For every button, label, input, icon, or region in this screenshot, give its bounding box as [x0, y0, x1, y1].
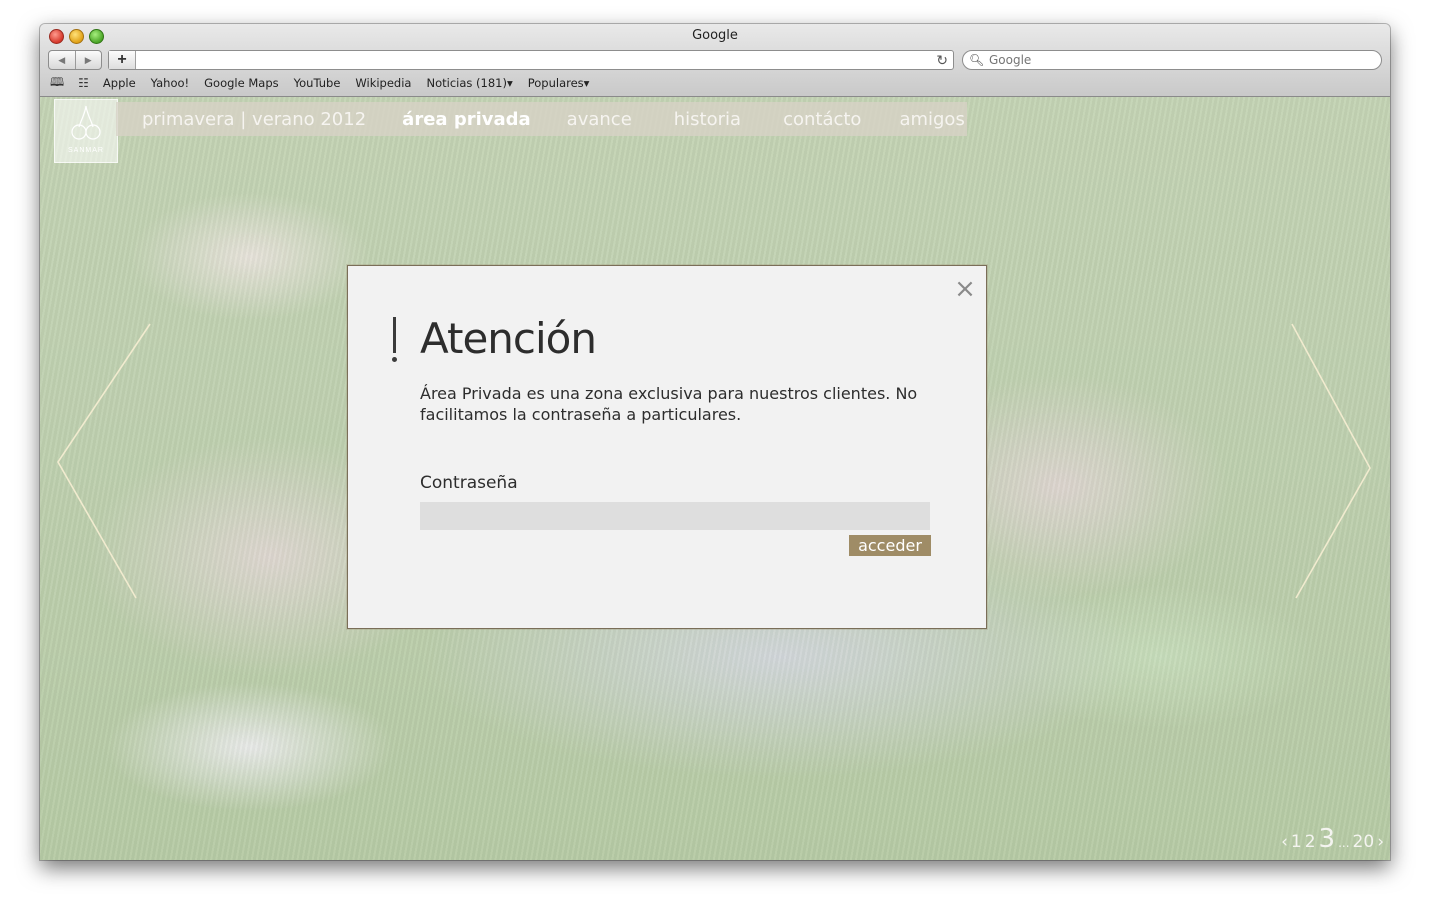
- pager-page[interactable]: 20: [1353, 832, 1375, 852]
- password-field[interactable]: [420, 502, 930, 530]
- nav-item-avance[interactable]: avance: [567, 109, 632, 130]
- pager-current-page: 3: [1318, 824, 1336, 854]
- nav-item-amigos[interactable]: amigos: [899, 109, 964, 130]
- bookmark-item[interactable]: Yahoo!: [151, 76, 189, 90]
- nav-item-private-area[interactable]: área privada: [402, 109, 531, 130]
- nav-item-historia[interactable]: historia: [674, 109, 741, 130]
- site-logo[interactable]: SANMAR: [54, 99, 118, 163]
- back-forward-buttons: ◀ ▶: [48, 50, 102, 70]
- pager-next-icon[interactable]: ›: [1377, 832, 1384, 852]
- back-icon[interactable]: ◀: [49, 51, 76, 69]
- address-bar[interactable]: + ↻: [108, 50, 954, 70]
- modal-title: Atención: [420, 314, 597, 363]
- bookmark-item[interactable]: YouTube: [294, 76, 341, 90]
- bookmark-item[interactable]: Apple: [103, 76, 136, 90]
- modal-message: Área Privada es una zona exclusiva para …: [420, 384, 918, 424]
- login-modal: × Atención Área Privada es una zona excl…: [347, 265, 987, 629]
- reading-list-icon[interactable]: 🕮︎: [50, 73, 64, 94]
- bookmark-item[interactable]: Noticias (181)▾: [426, 76, 512, 90]
- bookmarks-bar: 🕮︎ ☷ Apple Yahoo! Google Maps YouTube Wi…: [50, 75, 604, 91]
- pager-prev-icon[interactable]: ‹: [1281, 832, 1288, 852]
- nav-item-contacto[interactable]: contácto: [783, 109, 861, 130]
- close-icon[interactable]: ×: [954, 276, 976, 302]
- pagination: ‹ 1 2 3 ... 20 ›: [1278, 824, 1384, 854]
- prev-slide-icon[interactable]: [54, 322, 154, 602]
- password-label: Contraseña: [420, 473, 518, 493]
- search-icon[interactable]: 🔍︎: [969, 51, 984, 69]
- site-nav: primavera | verano 2012 área privada ava…: [116, 102, 967, 136]
- window-title: Google: [692, 28, 738, 43]
- submit-button[interactable]: acceder: [849, 535, 931, 556]
- pager-page[interactable]: 2: [1305, 832, 1316, 852]
- forward-icon[interactable]: ▶: [76, 51, 102, 69]
- bookmark-item[interactable]: Google Maps: [204, 76, 278, 90]
- browser-toolbar: Google ◀ ▶ + ↻ 🔍︎ 🕮︎ ☷ Apple Yahoo! Goog…: [40, 24, 1390, 97]
- search-bar: 🔍︎: [962, 50, 1382, 70]
- top-sites-icon[interactable]: ☷: [78, 76, 89, 90]
- cherry-icon: [71, 105, 101, 140]
- pager-ellipsis: ...: [1338, 836, 1350, 850]
- search-input[interactable]: [989, 52, 1369, 68]
- bookmark-item[interactable]: Wikipedia: [355, 76, 411, 90]
- add-bookmark-icon[interactable]: +: [109, 51, 136, 69]
- next-slide-icon[interactable]: [1286, 322, 1376, 602]
- warning-icon: [392, 317, 398, 363]
- reload-icon[interactable]: ↻: [936, 51, 948, 69]
- nav-item-collection[interactable]: primavera | verano 2012: [142, 109, 366, 130]
- pager-page[interactable]: 1: [1291, 832, 1302, 852]
- logo-text: SANMAR: [68, 147, 104, 154]
- bookmark-item[interactable]: Populares▾: [528, 76, 590, 90]
